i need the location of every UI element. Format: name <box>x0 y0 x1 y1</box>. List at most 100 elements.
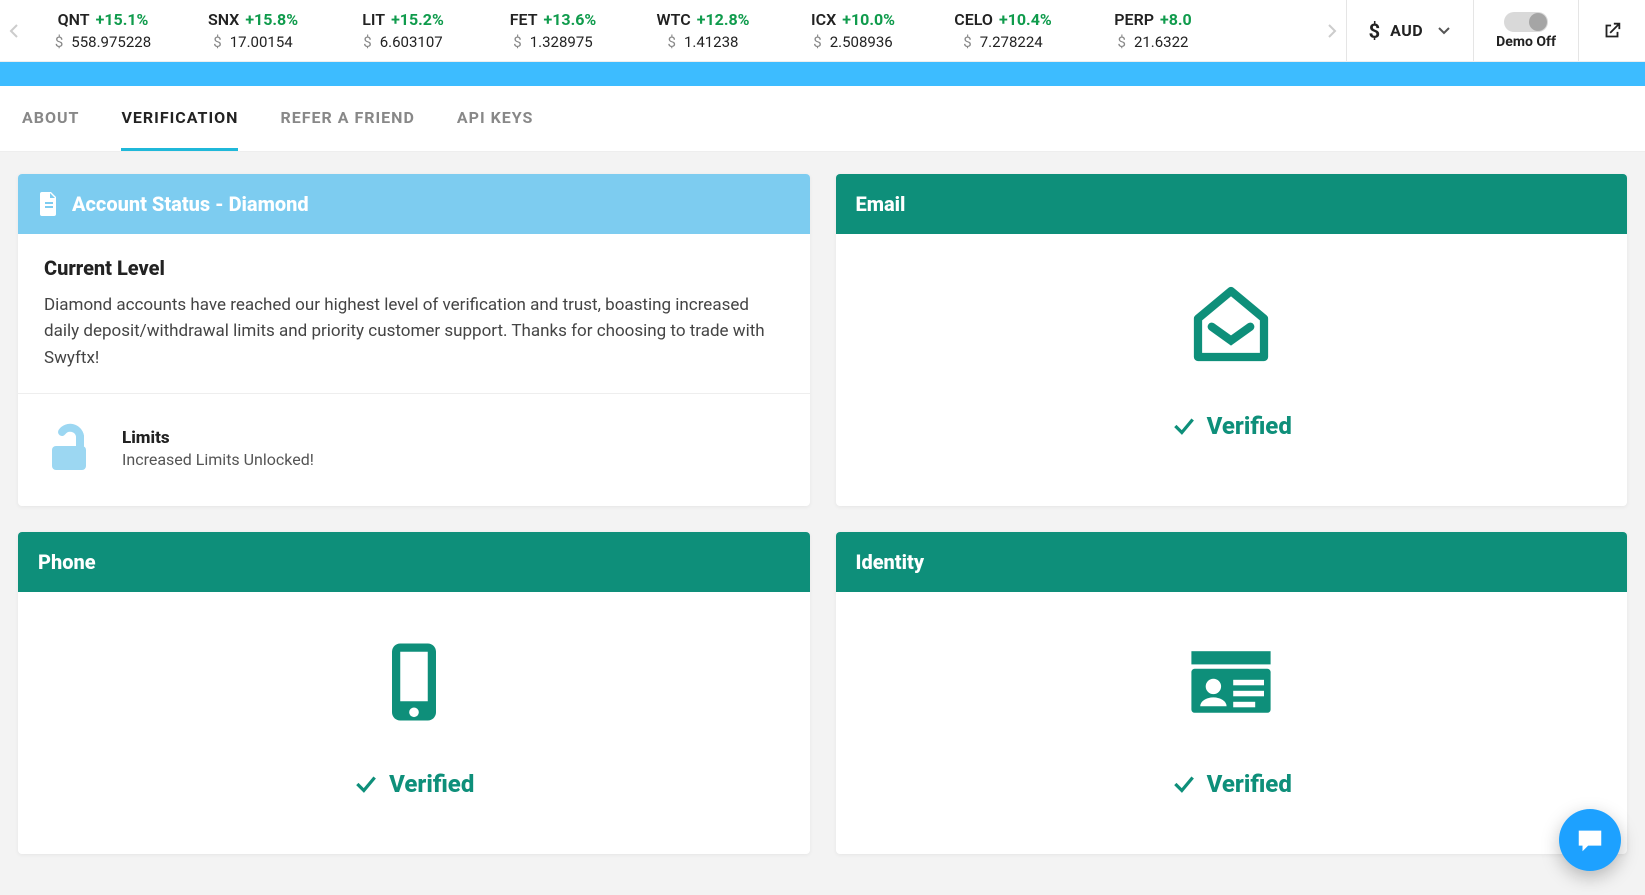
limits-title: Limits <box>122 428 314 448</box>
ticker-price: 1.41238 <box>684 33 739 51</box>
email-icon <box>1187 280 1275 372</box>
currency-selector[interactable]: $ AUD <box>1346 0 1474 61</box>
ticker-item[interactable]: PERP +8.0 $21.6322 <box>1078 2 1228 59</box>
ticker-next-button[interactable] <box>1318 0 1346 61</box>
limits-row: Limits Increased Limits Unlocked! <box>18 394 810 506</box>
phone-verified: Verified <box>353 770 474 798</box>
email-verified: Verified <box>1171 412 1292 440</box>
ticker-item[interactable]: SNX +15.8% $17.00154 <box>178 2 328 59</box>
check-icon <box>1171 413 1197 439</box>
ticker-symbol: SNX <box>208 10 239 29</box>
ticker-prev-button[interactable] <box>0 0 28 61</box>
identity-body: Verified <box>836 592 1628 854</box>
dollar-icon: $ <box>1118 33 1126 51</box>
ticker-change: +13.6% <box>544 10 597 29</box>
check-icon <box>1171 771 1197 797</box>
ticker-change: +8.0 <box>1160 10 1192 29</box>
ticker-change: +10.4% <box>999 10 1052 29</box>
ticker-symbol: LIT <box>362 10 385 29</box>
document-icon <box>38 192 58 216</box>
identity-verify-card: Identity Verified <box>836 532 1628 854</box>
currency-code: AUD <box>1390 21 1423 40</box>
dollar-icon: $ <box>213 33 221 51</box>
ticker-item[interactable]: ICX +10.0% $2.508936 <box>778 2 928 59</box>
dollar-icon: $ <box>963 33 971 51</box>
ticker-symbol: PERP <box>1114 10 1154 29</box>
ticker-symbol: FET <box>510 10 538 29</box>
chat-button[interactable] <box>1559 809 1621 871</box>
identity-header-label: Identity <box>856 550 925 574</box>
ticker-symbol: CELO <box>954 10 993 29</box>
ticker-controls: $ AUD Demo Off <box>1346 0 1645 61</box>
dollar-icon: $ <box>668 33 676 51</box>
ticker-item[interactable]: CELO +10.4% $7.278224 <box>928 2 1078 59</box>
chevron-left-icon <box>9 23 19 39</box>
check-icon <box>353 771 379 797</box>
ticker-change: +15.8% <box>245 10 298 29</box>
phone-header-label: Phone <box>38 550 96 574</box>
dollar-icon: $ <box>1369 19 1380 43</box>
email-header: Email <box>836 174 1628 234</box>
verified-label: Verified <box>1207 770 1292 798</box>
email-header-label: Email <box>856 192 906 216</box>
current-level-title: Current Level <box>44 256 784 280</box>
external-link-button[interactable] <box>1578 0 1645 61</box>
ticker-bar: QNT +15.1% $558.975228 SNX +15.8% $17.00154 LI… <box>0 0 1645 62</box>
phone-header: Phone <box>18 532 810 592</box>
phone-body: Verified <box>18 592 810 854</box>
ticker-item[interactable]: FET +13.6% $1.328975 <box>478 2 628 59</box>
ticker-items: QNT +15.1% $558.975228 SNX +15.8% $17.00154 LI… <box>28 0 1318 61</box>
ticker-change: +15.2% <box>391 10 444 29</box>
dollar-icon: $ <box>363 33 371 51</box>
account-status-title: Account Status - Diamond <box>72 192 309 216</box>
tab-api[interactable]: API KEYS <box>457 86 534 151</box>
chevron-down-icon <box>1437 26 1451 36</box>
demo-toggle[interactable] <box>1504 12 1548 32</box>
ticker-item[interactable]: QNT +15.1% $558.975228 <box>28 2 178 59</box>
current-level-desc: Diamond accounts have reached our highes… <box>44 292 784 371</box>
ticker-symbol: QNT <box>58 10 90 29</box>
phone-verify-card: Phone Verified <box>18 532 810 854</box>
ticker-price: 1.328975 <box>530 33 593 51</box>
demo-label: Demo Off <box>1496 34 1556 50</box>
ticker-price: 6.603107 <box>380 33 443 51</box>
limits-sub: Increased Limits Unlocked! <box>122 450 314 469</box>
account-status-body: Current Level Diamond accounts have reac… <box>18 234 810 393</box>
ticker-price: 7.278224 <box>980 33 1043 51</box>
ticker-symbol: ICX <box>811 10 836 29</box>
limits-text: Limits Increased Limits Unlocked! <box>122 428 314 469</box>
ticker-change: +10.0% <box>842 10 895 29</box>
dollar-icon: $ <box>513 33 521 51</box>
ticker-price: 17.00154 <box>230 33 293 51</box>
ticker-item[interactable]: LIT +15.2% $6.603107 <box>328 2 478 59</box>
unlock-icon <box>44 420 100 476</box>
demo-mode-control: Demo Off <box>1473 0 1578 61</box>
account-status-header: Account Status - Diamond <box>18 174 810 234</box>
id-card-icon <box>1187 638 1275 730</box>
tab-refer[interactable]: REFER A FRIEND <box>280 86 414 151</box>
account-status-card: Account Status - Diamond Current Level D… <box>18 174 810 506</box>
ticker-change: +15.1% <box>96 10 149 29</box>
ticker-symbol: WTC <box>657 10 691 29</box>
profile-tabs: ABOUT VERIFICATION REFER A FRIEND API KE… <box>0 86 1645 152</box>
identity-header: Identity <box>836 532 1628 592</box>
ticker-price: 2.508936 <box>830 33 893 51</box>
verified-label: Verified <box>1207 412 1292 440</box>
external-link-icon <box>1601 20 1623 42</box>
tab-verification[interactable]: VERIFICATION <box>121 86 238 151</box>
ticker-item[interactable]: WTC +12.8% $1.41238 <box>628 2 778 59</box>
ticker-price: 21.6322 <box>1134 33 1189 51</box>
chat-icon <box>1575 825 1605 855</box>
blue-strip <box>0 62 1645 86</box>
dollar-icon: $ <box>55 33 63 51</box>
tab-about[interactable]: ABOUT <box>22 86 79 151</box>
email-body: Verified <box>836 234 1628 496</box>
phone-icon <box>370 638 458 730</box>
dollar-icon: $ <box>813 33 821 51</box>
verification-grid: Account Status - Diamond Current Level D… <box>0 152 1645 884</box>
ticker-change: +12.8% <box>697 10 750 29</box>
ticker-price: 558.975228 <box>71 33 151 51</box>
verified-label: Verified <box>389 770 474 798</box>
chevron-right-icon <box>1327 23 1337 39</box>
email-verify-card: Email Verified <box>836 174 1628 506</box>
